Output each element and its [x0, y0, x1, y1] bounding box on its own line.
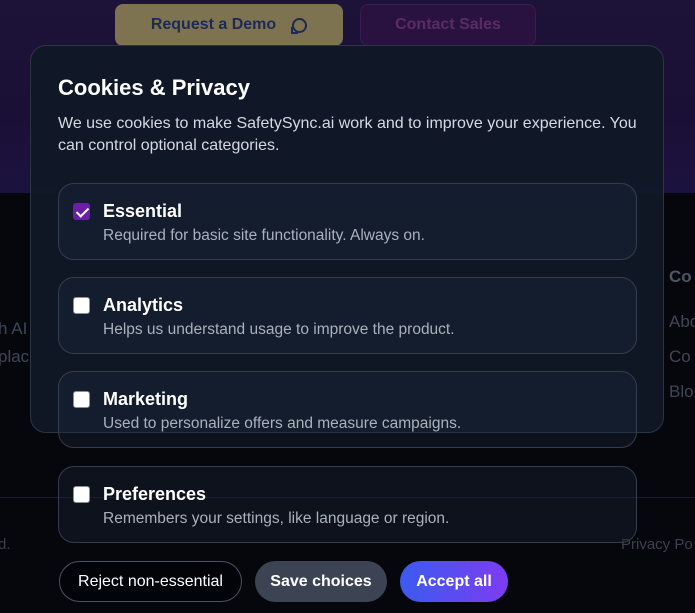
category-marketing[interactable]: Marketing Used to personalize offers and…	[58, 371, 637, 448]
accept-all-button[interactable]: Accept all	[400, 561, 508, 602]
request-demo-button[interactable]: Request a Demo	[115, 4, 343, 46]
category-preferences[interactable]: Preferences Remembers your settings, lik…	[58, 466, 637, 543]
footer-copyright: d.	[0, 536, 11, 553]
category-analytics[interactable]: Analytics Helps us understand usage to i…	[58, 277, 637, 354]
category-name: Preferences	[103, 484, 207, 504]
modal-title: Cookies & Privacy	[58, 75, 250, 100]
footer-column-heading: Co	[669, 267, 692, 286]
category-description: Required for basic site functionality. A…	[103, 227, 425, 244]
analytics-checkbox[interactable]	[73, 297, 90, 314]
category-name: Marketing	[103, 389, 189, 409]
essential-checkbox[interactable]	[73, 203, 90, 220]
contact-sales-button[interactable]: Contact Sales	[360, 4, 536, 46]
footer-link[interactable]: Co	[669, 347, 691, 367]
category-essential[interactable]: Essential Required for basic site functi…	[58, 183, 637, 260]
footer-text-fragment: plac	[0, 347, 30, 366]
footer-link[interactable]: Blo	[669, 382, 694, 402]
category-description: Remembers your settings, like language o…	[103, 510, 450, 527]
chat-icon	[291, 17, 308, 34]
category-description: Used to personalize offers and measure c…	[103, 415, 462, 432]
category-name: Analytics	[103, 295, 184, 315]
modal-description: We use cookies to make SafetySync.ai wor…	[58, 115, 637, 154]
reject-non-essential-button[interactable]: Reject non-essential	[59, 561, 242, 602]
marketing-checkbox[interactable]	[73, 391, 90, 408]
category-name: Essential	[103, 201, 183, 221]
footer-link[interactable]: Abo	[669, 312, 695, 332]
request-demo-label: Request a Demo	[150, 16, 277, 33]
footer-text-fragment: h AI	[0, 319, 28, 338]
contact-sales-label: Contact Sales	[395, 16, 501, 33]
category-description: Helps us understand usage to improve the…	[103, 321, 455, 338]
save-choices-button[interactable]: Save choices	[255, 561, 387, 602]
preferences-checkbox[interactable]	[73, 486, 90, 503]
